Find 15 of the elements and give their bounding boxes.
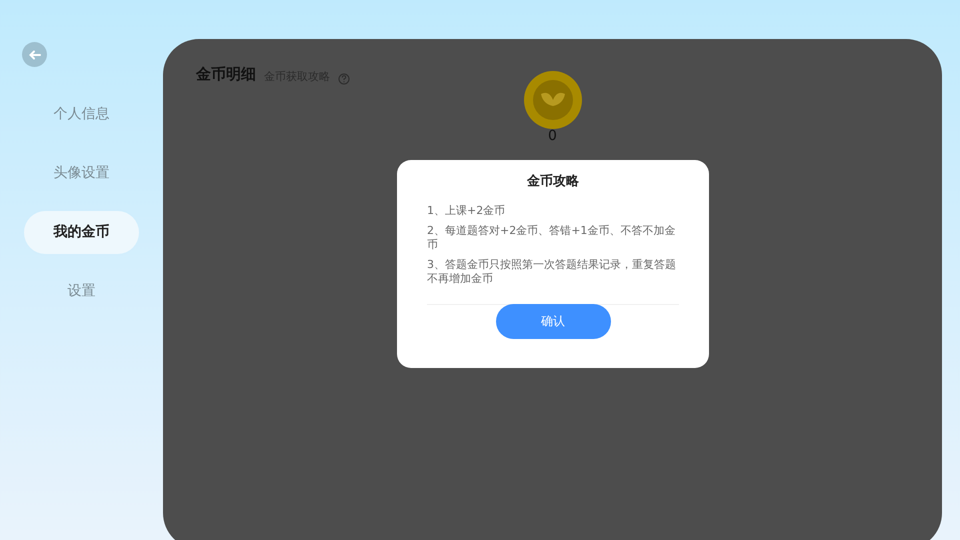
rule-text: 2、每道题答对+2金币、答错+1金币、不答不加金币 <box>427 224 676 252</box>
confirm-button[interactable]: 确认 <box>496 304 610 338</box>
sidebar-item[interactable]: 个人信息 <box>24 93 139 136</box>
back-button[interactable] <box>22 42 47 67</box>
back-arrow-icon <box>28 50 40 60</box>
sidebar-item[interactable]: 头像设置 <box>24 152 139 195</box>
help-icon[interactable] <box>338 72 350 84</box>
coin-count: 0 <box>548 128 557 142</box>
rule-text: 3、答题金币只按照第一次答题结果记录，重复答题不再增加金币 <box>427 258 677 286</box>
coin-icon <box>522 70 582 130</box>
dialog-title: 金币攻略 <box>526 172 580 191</box>
sidebar-item[interactable]: 我的金币 <box>24 211 139 254</box>
sidebar-item[interactable]: 设置 <box>24 270 139 313</box>
rule-text: 1、上课+2金币 <box>427 204 506 218</box>
panel-title: 金币明细 <box>196 64 256 85</box>
